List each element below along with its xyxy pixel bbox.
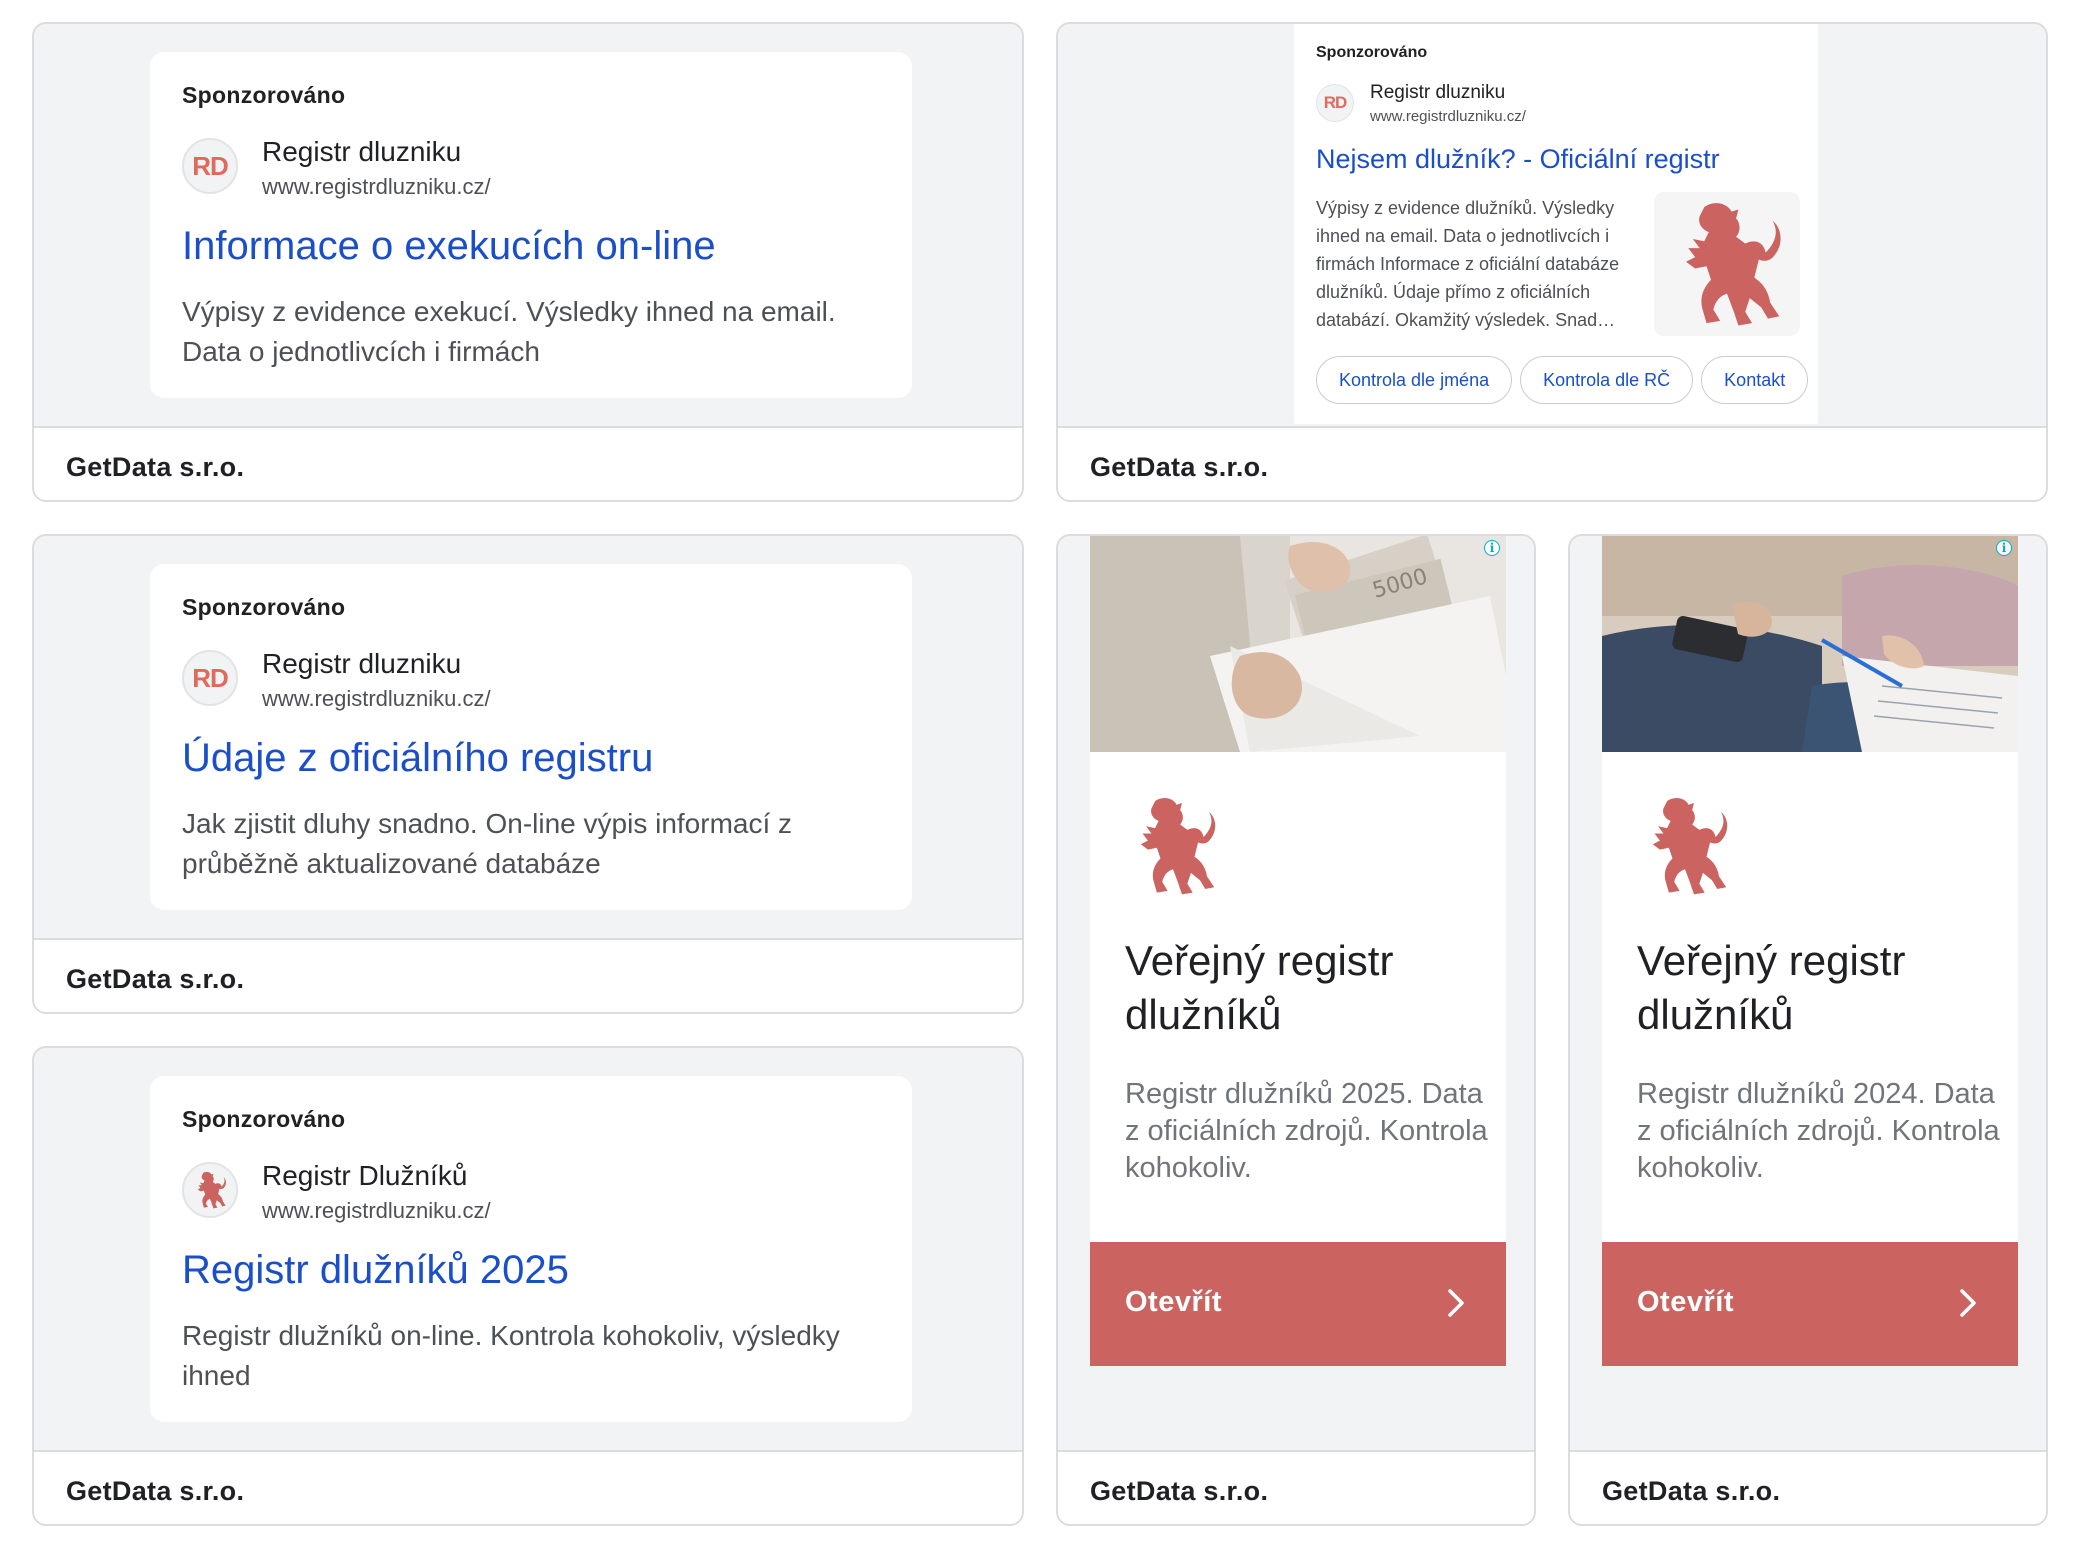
favicon-icon: RD: [182, 138, 238, 194]
ad-description: Výpisy z evidence dlužníků. Výsledky ihn…: [1316, 198, 1620, 330]
advertiser-name: GetData s.r.o.: [66, 1476, 245, 1506]
chevron-right-icon: [1448, 1289, 1464, 1317]
display-ad-description: Registr dlužníků 2025. Data z oficiálníc…: [1125, 1078, 1488, 1184]
site-name: Registr dluzniku: [262, 648, 462, 679]
ad-info-icon[interactable]: i: [1996, 540, 2012, 556]
lion-favicon-icon: [182, 1162, 238, 1218]
ad-headline-link[interactable]: Registr dlužníků 2025: [182, 1248, 569, 1293]
ad-card-1[interactable]: Sponzorováno RD Registr dluzniku www.reg…: [32, 22, 1024, 502]
sitelink-contact[interactable]: Kontakt: [1701, 356, 1809, 404]
sponsored-label: Sponzorováno: [182, 82, 346, 108]
ad-headline-link[interactable]: Údaje z oficiálního registru: [182, 736, 653, 781]
favicon-icon: RD: [1316, 84, 1354, 122]
card-footer: GetData s.r.o.: [1058, 1450, 1534, 1524]
lion-icon: [1654, 192, 1800, 336]
site-url: www.registrdluzniku.cz/: [262, 174, 491, 199]
advertiser-name: GetData s.r.o.: [1090, 1476, 1269, 1506]
ad-info-icon[interactable]: i: [1484, 540, 1500, 556]
text-ad-preview[interactable]: Sponzorováno Registr Dlužníků www.regist…: [150, 1076, 912, 1422]
open-button-label: Otevřít: [1637, 1286, 1734, 1318]
lion-logo-icon: [1640, 794, 1730, 898]
open-button[interactable]: Otevřít: [1090, 1242, 1506, 1366]
ad-card-6[interactable]: i Veřejný registr dlužníků Registr dlužn…: [1568, 534, 2048, 1526]
ad-description: Jak zjistit dluhy snadno. On-line výpis …: [182, 808, 793, 879]
ad-description: Výpisy z evidence exekucí. Výsledky ihne…: [182, 296, 836, 367]
ad-card-2[interactable]: Sponzorováno RD Registr dluzniku www.reg…: [1056, 22, 2048, 502]
text-ad-preview[interactable]: Sponzorováno RD Registr dluzniku www.reg…: [150, 52, 912, 398]
advertiser-name: GetData s.r.o.: [66, 964, 245, 994]
ad-card-5[interactable]: 5000 i Veřejný registr dlužníků Registr …: [1056, 534, 1536, 1526]
display-ad-title: Veřejný registr dlužníků: [1637, 937, 1906, 1038]
site-url: www.registrdluzniku.cz/: [262, 686, 491, 711]
card-footer: GetData s.r.o.: [34, 426, 1022, 500]
ad-card-4[interactable]: Sponzorováno Registr Dlužníků www.regist…: [32, 1046, 1024, 1526]
sponsored-label: Sponzorováno: [1316, 44, 1428, 61]
chevron-right-icon: [1960, 1289, 1976, 1317]
card-footer: GetData s.r.o.: [1570, 1450, 2046, 1524]
site-name: Registr Dlužníků: [262, 1160, 468, 1191]
open-button[interactable]: Otevřít: [1602, 1242, 2018, 1366]
sitelink-name-check[interactable]: Kontrola dle jména: [1316, 356, 1513, 404]
display-ad-preview[interactable]: i Veřejný registr dlužníků Registr dlužn…: [1602, 536, 2018, 1366]
site-url: www.registrdluzniku.cz/: [1370, 108, 1526, 125]
sponsored-label: Sponzorováno: [182, 594, 346, 620]
couple-calculator-photo: i: [1602, 536, 2018, 752]
card-footer: GetData s.r.o.: [34, 1450, 1022, 1524]
card-footer: GetData s.r.o.: [1058, 426, 2046, 500]
text-ad-preview[interactable]: Sponzorováno RD Registr dluzniku www.reg…: [150, 564, 912, 910]
ad-headline-link[interactable]: Informace o exekucích on-line: [182, 224, 716, 269]
display-ad-preview[interactable]: 5000 i Veřejný registr dlužníků Registr …: [1090, 536, 1506, 1366]
advertiser-name: GetData s.r.o.: [1090, 452, 1269, 482]
sponsored-label: Sponzorováno: [182, 1106, 346, 1132]
favicon-icon: RD: [182, 650, 238, 706]
compact-ad-preview[interactable]: Sponzorováno RD Registr dluzniku www.reg…: [1294, 24, 1818, 424]
site-name: Registr dluzniku: [1370, 82, 1506, 103]
site-name: Registr dluzniku: [262, 136, 462, 167]
envelope-photo: 5000 i: [1090, 536, 1506, 752]
ad-headline-link[interactable]: Nejsem dlužník? - Oficiální registr: [1316, 144, 1720, 175]
ad-description: Registr dlužníků on-line. Kontrola kohok…: [182, 1320, 840, 1391]
display-ad-title: Veřejný registr dlužníků: [1125, 937, 1394, 1038]
site-url: www.registrdluzniku.cz/: [262, 1198, 491, 1223]
display-ad-description: Registr dlužníků 2024. Data z oficiálníc…: [1637, 1078, 2000, 1184]
sitelinks: Kontrola dle jména Kontrola dle RČ Kontakt: [1316, 356, 1818, 408]
open-button-label: Otevřít: [1125, 1286, 1222, 1318]
card-footer: GetData s.r.o.: [34, 938, 1022, 1012]
advertiser-name: GetData s.r.o.: [66, 452, 245, 482]
sitelink-rc-check[interactable]: Kontrola dle RČ: [1520, 356, 1694, 404]
ad-card-3[interactable]: Sponzorováno RD Registr dluzniku www.reg…: [32, 534, 1024, 1014]
lion-logo-icon: [1128, 794, 1218, 898]
advertiser-name: GetData s.r.o.: [1602, 1476, 1781, 1506]
